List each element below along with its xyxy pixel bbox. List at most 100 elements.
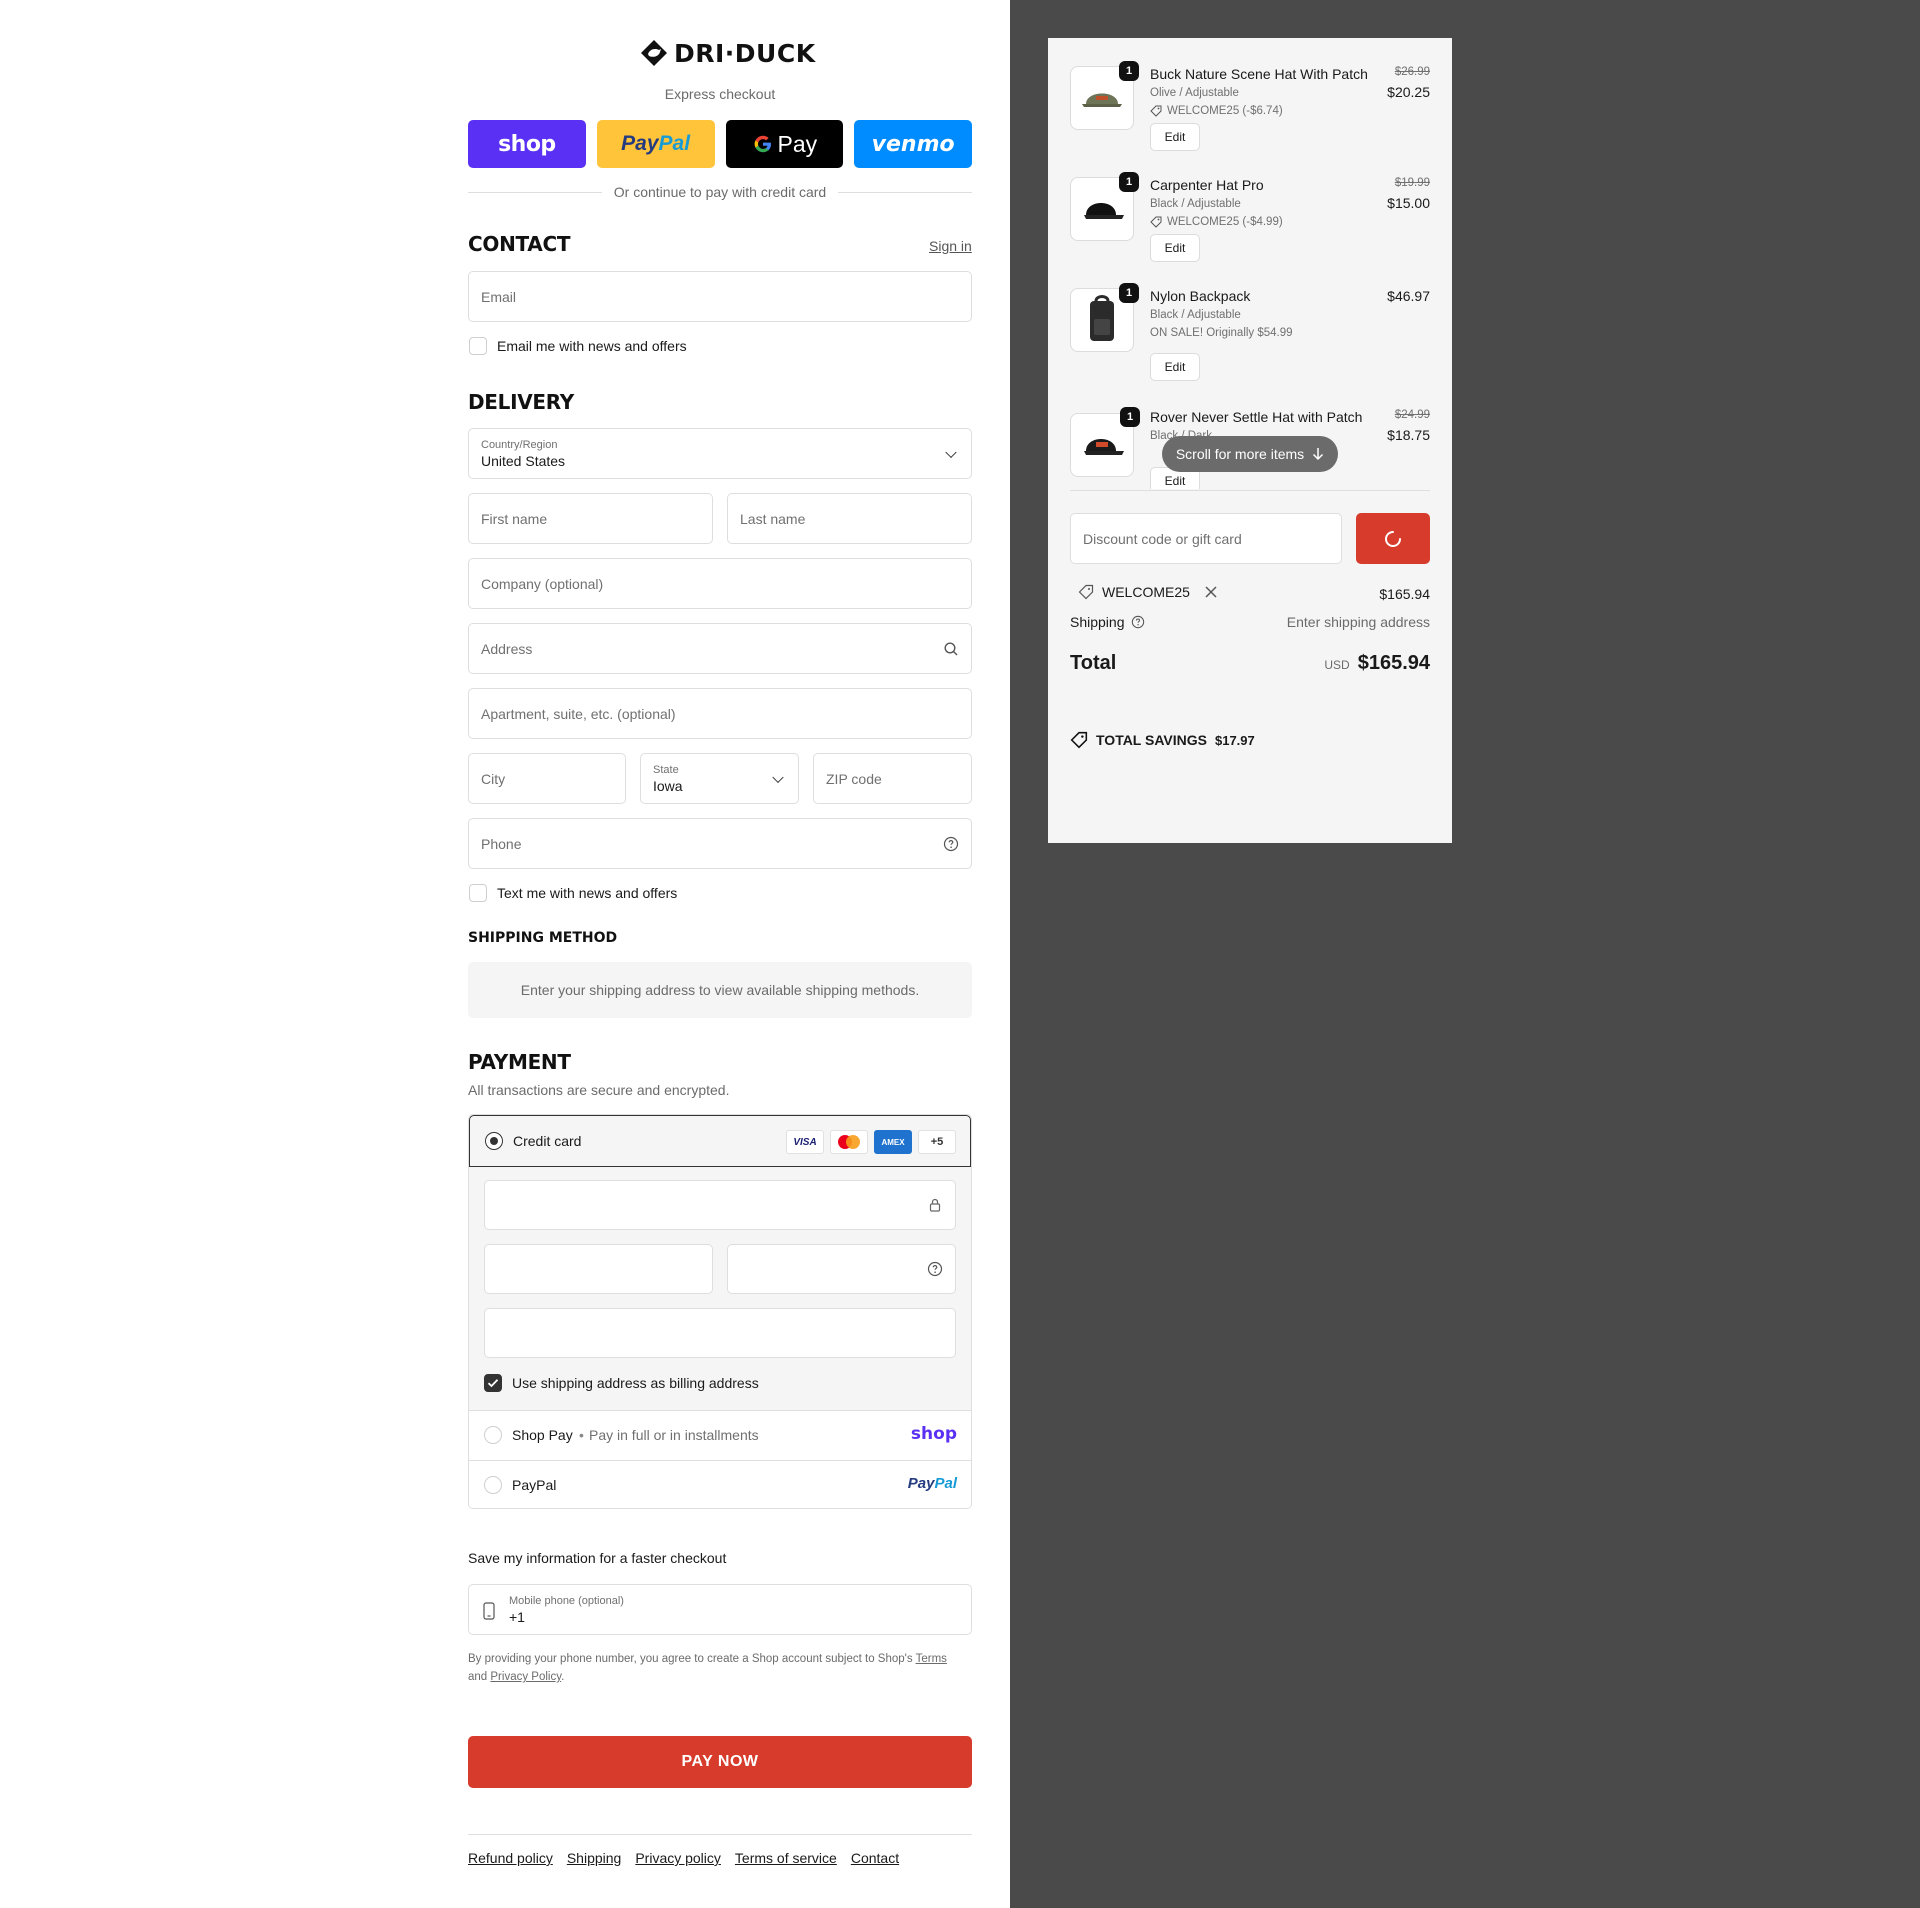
divider-line — [468, 191, 602, 193]
privacy-policy-footer-link[interactable]: Privacy policy — [635, 1850, 721, 1866]
shipping-method-info: Enter your shipping address to view avai… — [468, 962, 972, 1018]
close-icon[interactable] — [1204, 585, 1218, 599]
last-name-field[interactable]: Last name — [727, 493, 972, 544]
apply-discount-button[interactable] — [1356, 513, 1430, 564]
paypal-option[interactable]: PayPal PayPal — [469, 1460, 971, 1508]
mobile-phone-field[interactable]: Mobile phone (optional) +1 — [468, 1584, 972, 1635]
email-placeholder: Email — [481, 288, 517, 305]
privacy-policy-link[interactable]: Privacy Policy — [490, 1671, 561, 1683]
card-number-field[interactable] — [484, 1180, 956, 1230]
item-sale-note: ON SALE! Originally $54.99 — [1150, 327, 1293, 339]
paypal-radio[interactable] — [484, 1476, 502, 1494]
save-info-title: Save my information for a faster checkou… — [468, 1550, 727, 1566]
zip-field[interactable]: ZIP code — [813, 753, 972, 804]
discount-code-field[interactable]: Discount code or gift card — [1070, 513, 1342, 564]
contact-link[interactable]: Contact — [851, 1850, 899, 1866]
chevron-down-icon — [772, 771, 784, 783]
item-name: Carpenter Hat Pro — [1150, 177, 1264, 193]
mobile-phone-icon — [483, 1602, 495, 1620]
edit-item-button[interactable]: Edit — [1150, 123, 1200, 151]
help-circle-icon[interactable] — [1131, 615, 1145, 629]
item-name: Nylon Backpack — [1150, 288, 1251, 304]
divider-text: Or continue to pay with credit card — [613, 184, 827, 200]
country-select[interactable]: Country/Region United States — [468, 428, 972, 479]
credit-card-form: Use shipping address as billing address — [469, 1167, 971, 1410]
expiration-date-field[interactable] — [484, 1244, 713, 1294]
shop-pay-option[interactable]: Shop Pay • Pay in full or in installment… — [469, 1410, 971, 1460]
tag-icon — [1150, 216, 1162, 228]
paypal-label-pay: Pay — [621, 132, 659, 155]
tag-icon — [1078, 584, 1094, 600]
google-g-icon — [754, 135, 771, 153]
edit-item-button[interactable]: Edit — [1150, 353, 1200, 381]
item-variant: Olive / Adjustable — [1150, 87, 1239, 99]
express-checkout-label: Express checkout — [664, 86, 776, 102]
terms-of-service-link[interactable]: Terms of service — [735, 1850, 837, 1866]
refund-policy-link[interactable]: Refund policy — [468, 1850, 553, 1866]
mobile-phone-label: Mobile phone (optional) — [509, 1594, 624, 1607]
google-pay-button[interactable]: Pay — [725, 120, 844, 168]
cart-item: 1 Buck Nature Scene Hat With Patch Olive… — [1070, 61, 1430, 156]
shop-pay-radio[interactable] — [484, 1426, 502, 1444]
payment-methods: Credit card VISA AMEX +5 Use shipping ad… — [468, 1114, 972, 1509]
first-name-placeholder: First name — [481, 510, 548, 527]
sign-in-link[interactable]: Sign in — [929, 238, 972, 254]
billing-same-checkbox[interactable] — [484, 1374, 502, 1392]
security-code-field[interactable] — [727, 1244, 956, 1294]
item-price: $20.25 — [1387, 84, 1430, 100]
credit-card-radio[interactable] — [485, 1132, 503, 1150]
city-field[interactable]: City — [468, 753, 626, 804]
phone-field[interactable]: Phone — [468, 818, 972, 869]
item-price: $46.97 — [1387, 288, 1430, 304]
brand-logo[interactable]: DRI·DUCK — [640, 36, 816, 70]
paypal-button[interactable]: Pay Pal — [596, 120, 715, 168]
credit-card-option[interactable]: Credit card VISA AMEX +5 — [469, 1115, 971, 1167]
apartment-field[interactable]: Apartment, suite, etc. (optional) — [468, 688, 972, 739]
discount-placeholder: Discount code or gift card — [1083, 530, 1242, 547]
product-thumbnail: 1 — [1070, 283, 1139, 352]
billing-same-label: Use shipping address as billing address — [512, 1375, 759, 1391]
state-select[interactable]: State Iowa — [640, 753, 799, 804]
total-label: Total — [1070, 652, 1117, 674]
apartment-placeholder: Apartment, suite, etc. (optional) — [481, 705, 676, 722]
country-label: Country/Region — [481, 438, 558, 451]
applied-discount-chip: WELCOME25 — [1078, 584, 1218, 600]
more-cards-badge: +5 — [918, 1130, 956, 1154]
item-price: $15.00 — [1387, 195, 1430, 211]
total-savings-value: $17.97 — [1214, 732, 1255, 748]
item-name: Buck Nature Scene Hat With Patch — [1150, 66, 1368, 82]
email-field[interactable]: Email — [468, 271, 972, 322]
item-variant: Black / Adjustable — [1150, 309, 1241, 321]
google-pay-label: Pay — [777, 130, 818, 157]
item-original-price: $24.99 — [1394, 409, 1430, 421]
help-circle-icon[interactable] — [927, 1261, 943, 1277]
help-circle-icon[interactable] — [943, 836, 959, 852]
scroll-for-more-button[interactable]: Scroll for more items — [1162, 436, 1338, 472]
delivery-heading: DELIVERY — [468, 390, 574, 414]
subtotal-value: $165.94 — [1379, 586, 1430, 602]
email-news-checkbox[interactable] — [469, 337, 487, 355]
shipping-value: Enter shipping address — [1286, 614, 1430, 630]
scroll-for-more-label: Scroll for more items — [1175, 446, 1305, 462]
terms-link[interactable]: Terms — [916, 1653, 947, 1665]
venmo-button[interactable]: venmo — [854, 120, 972, 168]
text-news-checkbox[interactable] — [469, 884, 487, 902]
quantity-badge: 1 — [1119, 283, 1139, 303]
pay-now-button[interactable]: PAY NOW — [468, 1736, 972, 1788]
address-field[interactable]: Address — [468, 623, 972, 674]
item-discount: WELCOME25 (-$6.74) — [1150, 105, 1283, 117]
zip-placeholder: ZIP code — [826, 770, 882, 787]
company-placeholder: Company (optional) — [481, 575, 604, 592]
shipping-label: Shipping — [1070, 614, 1125, 630]
first-name-field[interactable]: First name — [468, 493, 713, 544]
cart-item: 1 Nylon Backpack Black / Adjustable ON S… — [1070, 283, 1430, 388]
item-sale-text: ON SALE! Originally $54.99 — [1150, 327, 1293, 339]
shop-pay-button[interactable]: shop — [468, 120, 586, 168]
name-on-card-field[interactable] — [484, 1308, 956, 1358]
company-field[interactable]: Company (optional) — [468, 558, 972, 609]
legal-text-end: . — [561, 1671, 565, 1683]
phone-placeholder: Phone — [481, 835, 522, 852]
edit-item-button[interactable]: Edit — [1150, 234, 1200, 262]
search-icon — [944, 641, 958, 655]
shipping-link[interactable]: Shipping — [567, 1850, 622, 1866]
